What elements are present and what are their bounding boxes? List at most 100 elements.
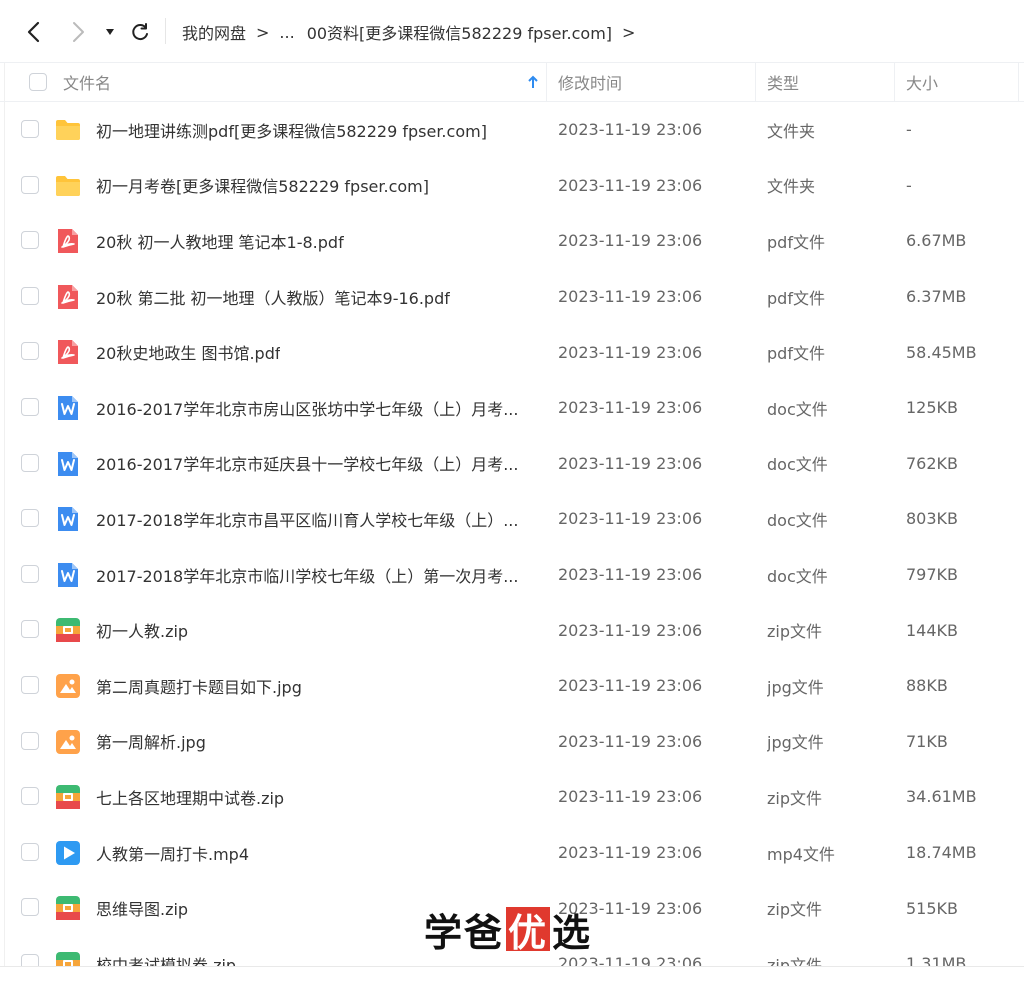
row-checkbox[interactable]: [21, 787, 39, 806]
column-divider[interactable]: [546, 63, 547, 101]
breadcrumb-ellipsis[interactable]: ...: [279, 23, 294, 42]
file-modified-time: 2023-11-19 23:06: [558, 565, 703, 585]
file-name[interactable]: 七上各区地理期中试卷.zip: [96, 769, 536, 825]
file-size: 34.61MB: [906, 787, 977, 807]
file-size: 803KB: [906, 509, 959, 529]
watermark-logo: 学爸 优 选: [424, 905, 592, 955]
file-row[interactable]: 2017-2018学年北京市昌平区临川育人学校七年级（上）... 2023-11…: [0, 491, 1024, 547]
refresh-icon: [132, 23, 148, 41]
row-checkbox[interactable]: [21, 842, 39, 861]
file-size: 762KB: [906, 453, 959, 473]
file-type: zip文件: [767, 788, 823, 808]
file-modified-time: 2023-11-19 23:06: [558, 843, 703, 863]
column-divider[interactable]: [894, 63, 895, 101]
row-checkbox[interactable]: [21, 954, 39, 966]
column-header-mtime[interactable]: 修改时间: [558, 63, 622, 101]
file-type: zip文件: [767, 955, 823, 966]
column-header-name[interactable]: 文件名: [63, 63, 111, 101]
file-row[interactable]: 20秋 第二批 初一地理（人教版）笔记本9-16.pdf 2023-11-19 …: [0, 269, 1024, 325]
navigation-bar: 我的网盘 > ... 00资料[更多课程微信582229 fpser.com] …: [0, 0, 1024, 62]
file-name[interactable]: 20秋 初一人教地理 笔记本1-8.pdf: [96, 213, 536, 269]
row-checkbox[interactable]: [21, 731, 39, 750]
file-size: 1.31MB: [906, 954, 967, 966]
chevron-right-icon: [73, 22, 84, 42]
file-name[interactable]: 2016-2017学年北京市延庆县十一学校七年级（上）月考...: [96, 436, 536, 492]
word-doc-icon: [55, 562, 81, 588]
file-name[interactable]: 第二周真题打卡题目如下.jpg: [96, 658, 536, 714]
pdf-file-icon: [55, 284, 81, 310]
file-name[interactable]: 初一人教.zip: [96, 602, 536, 658]
row-checkbox[interactable]: [21, 620, 39, 639]
file-row[interactable]: 2017-2018学年北京市临川学校七年级（上）第一次月考... 2023-11…: [0, 547, 1024, 603]
forward-button[interactable]: [64, 18, 92, 46]
history-dropdown-button[interactable]: [96, 18, 124, 46]
video-file-icon: [55, 840, 81, 866]
file-name[interactable]: 2017-2018学年北京市临川学校七年级（上）第一次月考...: [96, 547, 536, 603]
file-row[interactable]: 20秋史地政生 图书馆.pdf 2023-11-19 23:06 pdf文件 5…: [0, 324, 1024, 380]
row-checkbox[interactable]: [21, 175, 39, 194]
file-row[interactable]: 初一人教.zip 2023-11-19 23:06 zip文件 144KB: [0, 602, 1024, 658]
file-type: doc文件: [767, 566, 828, 586]
sort-button[interactable]: [527, 63, 539, 101]
file-row[interactable]: 第二周真题打卡题目如下.jpg 2023-11-19 23:06 jpg文件 8…: [0, 658, 1024, 714]
row-checkbox[interactable]: [21, 286, 39, 305]
file-type: pdf文件: [767, 344, 825, 364]
file-name[interactable]: 初一月考卷[更多课程微信582229 fpser.com]: [96, 158, 536, 214]
pdf-file-icon: [55, 228, 81, 254]
folder-icon: [55, 117, 81, 143]
row-checkbox[interactable]: [21, 342, 39, 361]
row-checkbox[interactable]: [21, 564, 39, 583]
chevron-left-icon: [27, 21, 40, 43]
back-button[interactable]: [20, 18, 48, 46]
file-modified-time: 2023-11-19 23:06: [558, 120, 703, 140]
file-row[interactable]: 初一地理讲练测pdf[更多课程微信582229 fpser.com] 2023-…: [0, 102, 1024, 158]
refresh-button[interactable]: [126, 18, 154, 46]
file-row[interactable]: 人教第一周打卡.mp4 2023-11-19 23:06 mp4文件 18.74…: [0, 825, 1024, 881]
file-name[interactable]: 20秋 第二批 初一地理（人教版）笔记本9-16.pdf: [96, 269, 536, 325]
file-table: 文件名 修改时间 类型 大小 初一地理讲练测pdf[更多课程微信582229 f…: [0, 62, 1024, 966]
pdf-file-icon: [55, 339, 81, 365]
row-checkbox[interactable]: [21, 398, 39, 416]
file-type: jpg文件: [767, 677, 824, 697]
file-modified-time: 2023-11-19 23:06: [558, 509, 703, 529]
file-type: pdf文件: [767, 232, 825, 252]
column-divider[interactable]: [1018, 63, 1019, 101]
breadcrumb-root[interactable]: 我的网盘: [182, 20, 246, 44]
watermark-text-1: 学爸: [424, 909, 505, 955]
file-name[interactable]: 第一周解析.jpg: [96, 714, 536, 770]
row-checkbox[interactable]: [21, 120, 39, 138]
zip-archive-icon: [55, 895, 81, 921]
column-header-type[interactable]: 类型: [767, 63, 799, 101]
file-modified-time: 2023-11-19 23:06: [558, 787, 703, 807]
file-name[interactable]: 人教第一周打卡.mp4: [96, 825, 536, 881]
file-row[interactable]: 第一周解析.jpg 2023-11-19 23:06 jpg文件 71KB: [0, 714, 1024, 770]
file-modified-time: 2023-11-19 23:06: [558, 676, 703, 696]
column-divider[interactable]: [755, 63, 756, 101]
zip-archive-icon: [55, 784, 81, 810]
file-name[interactable]: 初一地理讲练测pdf[更多课程微信582229 fpser.com]: [96, 102, 536, 158]
word-doc-icon: [55, 395, 81, 421]
column-header-size[interactable]: 大小: [906, 63, 938, 101]
file-row[interactable]: 2016-2017学年北京市房山区张坊中学七年级（上）月考... 2023-11…: [0, 380, 1024, 436]
file-name[interactable]: 2016-2017学年北京市房山区张坊中学七年级（上）月考...: [96, 380, 536, 436]
select-all-checkbox[interactable]: [29, 73, 47, 91]
file-name[interactable]: 20秋史地政生 图书馆.pdf: [96, 324, 536, 380]
row-checkbox[interactable]: [21, 453, 39, 472]
file-size: 144KB: [906, 620, 959, 640]
file-row[interactable]: 20秋 初一人教地理 笔记本1-8.pdf 2023-11-19 23:06 p…: [0, 213, 1024, 269]
row-checkbox[interactable]: [21, 509, 39, 528]
file-type: pdf文件: [767, 288, 825, 308]
file-row[interactable]: 2016-2017学年北京市延庆县十一学校七年级（上）月考... 2023-11…: [0, 436, 1024, 492]
file-modified-time: 2023-11-19 23:06: [558, 287, 703, 307]
breadcrumb-current[interactable]: 00资料[更多课程微信582229 fpser.com]: [307, 20, 612, 44]
row-checkbox[interactable]: [21, 231, 39, 250]
row-checkbox[interactable]: [21, 676, 39, 694]
file-row[interactable]: 初一月考卷[更多课程微信582229 fpser.com] 2023-11-19…: [0, 158, 1024, 214]
file-row[interactable]: 七上各区地理期中试卷.zip 2023-11-19 23:06 zip文件 34…: [0, 769, 1024, 825]
nav-divider: [165, 18, 166, 44]
file-modified-time: 2023-11-19 23:06: [558, 231, 703, 251]
file-name[interactable]: 2017-2018学年北京市昌平区临川育人学校七年级（上）...: [96, 491, 536, 547]
row-checkbox[interactable]: [21, 898, 39, 917]
file-size: 6.67MB: [906, 231, 967, 251]
breadcrumb-separator-end: >: [622, 22, 636, 42]
